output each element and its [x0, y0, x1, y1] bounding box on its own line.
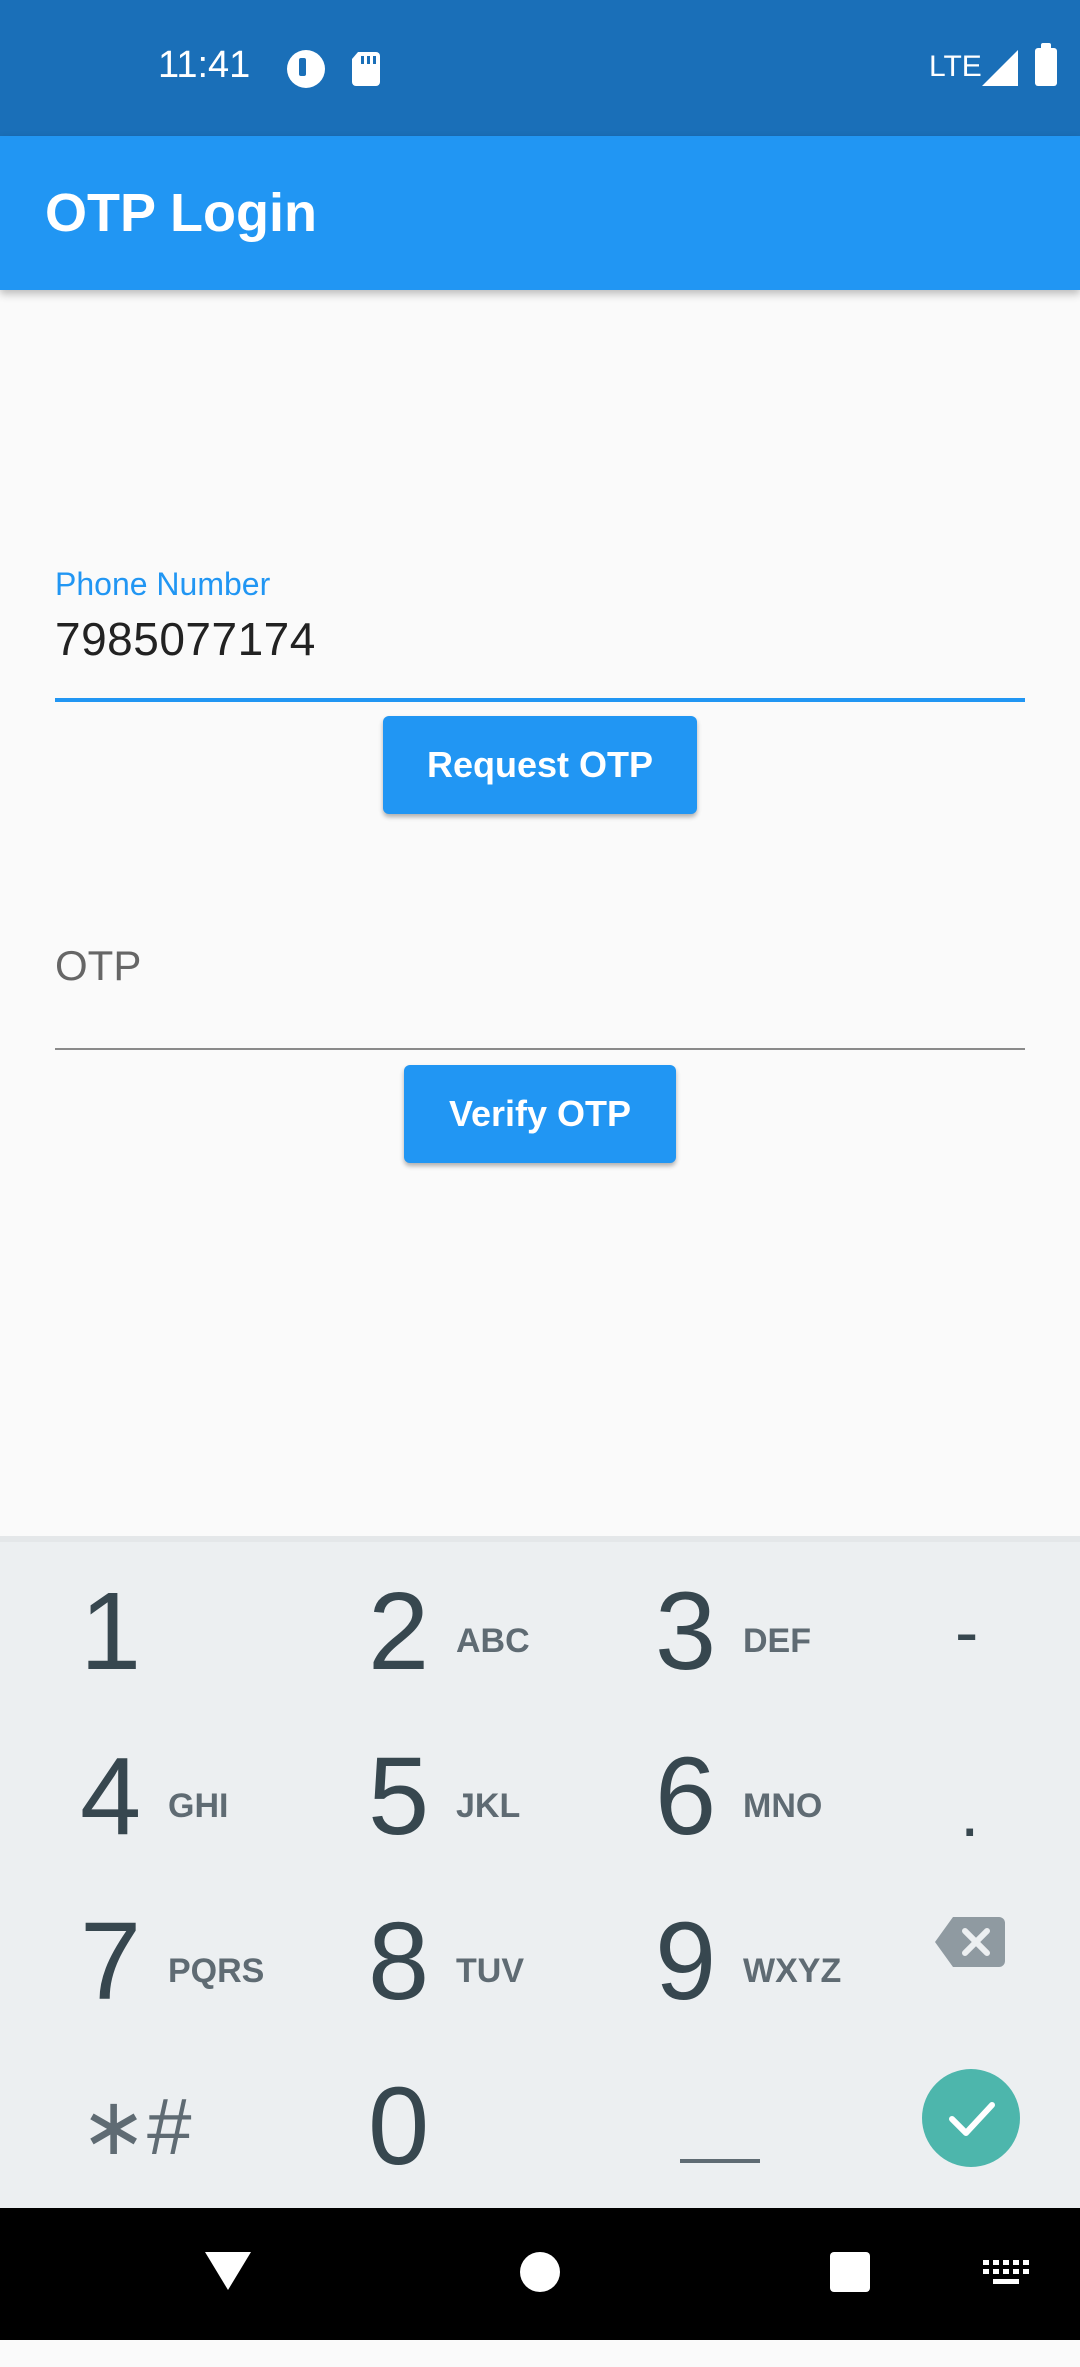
phone-field-underline: [55, 698, 1025, 702]
backspace-icon[interactable]: [935, 1917, 1005, 1967]
key-letters: GHI: [168, 1787, 229, 1825]
key-letters: TUV: [456, 1952, 524, 1990]
otp-field[interactable]: OTP: [55, 920, 1025, 1050]
status-bar: 11:41 LTE: [0, 0, 1080, 136]
key-digit: 2: [368, 1570, 430, 1693]
phone-number-value[interactable]: 7985077174: [55, 612, 316, 666]
network-type: LTE: [929, 50, 982, 83]
key-digit: 7: [80, 1900, 142, 2023]
request-otp-button[interactable]: Request OTP: [383, 716, 697, 814]
verify-otp-button[interactable]: Verify OTP: [404, 1065, 676, 1163]
keyboard-icon[interactable]: [983, 2260, 1031, 2288]
status-time: 11:41: [158, 44, 251, 86]
key-symbol: .: [960, 1773, 980, 1851]
numeric-keyboard: 1 2 ABC 3 DEF - 4 GHI 5 JKL 6 MNO . 7 PQ…: [0, 1536, 1080, 2348]
notification-icon: [287, 50, 325, 88]
phone-number-label: Phone Number: [55, 566, 271, 602]
home-icon[interactable]: [520, 2252, 560, 2292]
key-letters: PQRS: [168, 1952, 265, 1990]
key-letters: MNO: [743, 1787, 823, 1825]
key-letters: WXYZ: [743, 1952, 842, 1990]
app-bar: OTP Login: [0, 136, 1080, 290]
key-space[interactable]: [680, 2047, 760, 2207]
key-digit: 5: [368, 1735, 430, 1858]
key-letters: JKL: [456, 1787, 521, 1825]
otp-placeholder: OTP: [55, 942, 142, 989]
key-symbol: ∗#: [80, 2082, 192, 2171]
check-icon: [949, 2102, 995, 2136]
phone-number-field[interactable]: Phone Number 7985077174: [55, 560, 1025, 702]
otp-field-underline: [55, 1048, 1025, 1050]
key-digit: 4: [80, 1735, 142, 1858]
signal-icon: [982, 50, 1018, 86]
space-bar-icon: [680, 2159, 760, 2163]
key-letters: ABC: [456, 1622, 530, 1660]
key-digit: 1: [80, 1570, 142, 1693]
battery-icon: [1035, 43, 1057, 86]
key-symbol: -: [955, 1593, 979, 1671]
back-icon[interactable]: [205, 2252, 251, 2290]
key-digit: 3: [655, 1570, 717, 1693]
recents-icon[interactable]: [830, 2252, 870, 2292]
sd-card-icon: [352, 52, 380, 86]
key-enter[interactable]: [922, 2069, 1020, 2167]
key-digit: 9: [655, 1900, 717, 2023]
page-title: OTP Login: [45, 183, 317, 243]
key-digit: 6: [655, 1735, 717, 1858]
key-letters: DEF: [743, 1622, 811, 1660]
key-digit: 8: [368, 1900, 430, 2023]
navigation-bar: [0, 2208, 1080, 2340]
